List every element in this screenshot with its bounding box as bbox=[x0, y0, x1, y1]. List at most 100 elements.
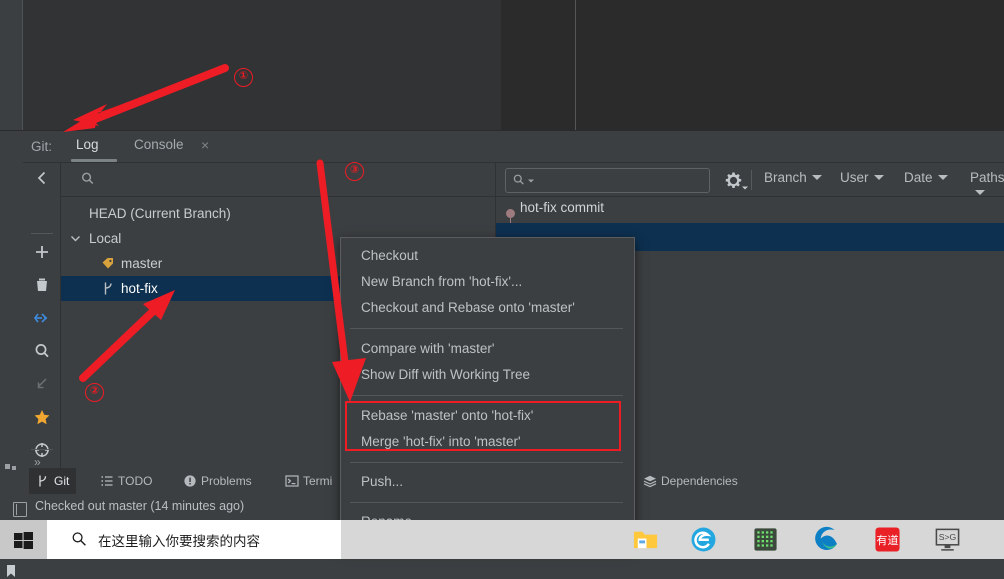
menu-item-new-branch[interactable]: New Branch from 'hot-fix'... bbox=[341, 271, 632, 296]
bottom-tab-todo[interactable]: TODO bbox=[100, 468, 152, 494]
filter-label: Branch bbox=[764, 170, 807, 185]
menu-item-label: Checkout bbox=[361, 248, 419, 263]
search-icon[interactable] bbox=[33, 342, 51, 360]
toolbar-divider-bottom bbox=[31, 449, 53, 450]
browser-e-icon[interactable] bbox=[690, 526, 717, 553]
add-icon[interactable] bbox=[33, 243, 51, 261]
edge-browser-icon[interactable] bbox=[813, 526, 840, 553]
editor-pane-secondary[interactable] bbox=[501, 0, 575, 130]
taskbar-search-input[interactable]: 在这里输入你要搜索的内容 bbox=[47, 520, 341, 559]
filter-branch-dropdown[interactable]: Branch bbox=[764, 170, 822, 185]
tree-node-label: Local bbox=[89, 231, 122, 246]
snipaste-label: S>G bbox=[939, 532, 957, 542]
close-icon[interactable]: × bbox=[201, 137, 209, 153]
filter-date-dropdown[interactable]: Date bbox=[904, 170, 948, 185]
branch-context-menu: Checkout New Branch from 'hot-fix'... Ch… bbox=[340, 237, 635, 555]
chevron-down-icon bbox=[811, 175, 822, 180]
filter-label: Date bbox=[904, 170, 933, 185]
chevron-down-icon[interactable] bbox=[70, 234, 81, 243]
tree-node-label: HEAD (Current Branch) bbox=[89, 206, 231, 221]
chevron-down-icon bbox=[975, 190, 985, 195]
annotation-number-2: ② bbox=[85, 383, 104, 402]
menu-item-push[interactable]: Push... bbox=[341, 471, 632, 496]
menu-item-label: Push... bbox=[361, 474, 404, 489]
log-search-input[interactable] bbox=[505, 168, 710, 193]
collapse-left-icon[interactable] bbox=[33, 169, 51, 187]
log-toolbar: Branch User Date Paths bbox=[496, 163, 1004, 197]
annotation-number-1: ① bbox=[234, 68, 253, 87]
bottom-tab-label: Git bbox=[54, 474, 70, 488]
youdao-label: 有道 bbox=[876, 533, 898, 547]
chevron-down-icon[interactable] bbox=[527, 178, 535, 184]
branch-icon bbox=[104, 282, 112, 295]
menu-separator bbox=[350, 395, 623, 396]
menu-item-checkout-and-rebase[interactable]: Checkout and Rebase onto 'master' bbox=[341, 297, 632, 322]
tag-icon bbox=[102, 258, 113, 269]
toolbar-divider-top bbox=[31, 233, 53, 234]
jump-to-source-icon bbox=[37, 378, 47, 389]
tree-node-label: hot-fix bbox=[121, 281, 158, 296]
menu-item-label: Merge 'hot-fix' into 'master' bbox=[361, 434, 521, 449]
toolbar-separator bbox=[751, 170, 752, 190]
menu-separator bbox=[350, 462, 623, 463]
tree-node-label: master bbox=[121, 256, 163, 271]
branch-search-field[interactable] bbox=[61, 163, 495, 196]
delete-icon[interactable] bbox=[33, 276, 51, 294]
filter-label: User bbox=[840, 170, 869, 185]
menu-item-rebase-master-onto-hot-fix[interactable]: Rebase 'master' onto 'hot-fix' bbox=[341, 405, 632, 430]
branch-search-separator bbox=[61, 196, 495, 197]
editor-left-gutter bbox=[0, 0, 22, 130]
layers-icon bbox=[643, 475, 657, 488]
menu-item-checkout[interactable]: Checkout bbox=[341, 245, 632, 270]
search-icon bbox=[82, 172, 94, 184]
start-button[interactable] bbox=[0, 520, 47, 559]
git-window-toolbar: » bbox=[23, 163, 60, 469]
search-icon bbox=[72, 532, 86, 546]
more-icon[interactable]: » bbox=[34, 455, 41, 469]
list-icon bbox=[101, 476, 113, 486]
bookmark-icon bbox=[7, 565, 15, 577]
menu-item-label: Compare with 'master' bbox=[361, 341, 495, 356]
menu-item-compare-with-master[interactable]: Compare with 'master' bbox=[341, 338, 632, 363]
windows-taskbar: 在这里输入你要搜索的内容 有道 S>G bbox=[0, 520, 1004, 559]
error-icon bbox=[184, 475, 196, 487]
snipaste-icon[interactable]: S>G bbox=[934, 526, 961, 553]
bottom-tab-dependencies[interactable]: Dependencies bbox=[643, 468, 738, 494]
windows-logo-icon bbox=[14, 532, 33, 549]
bottom-tab-problems[interactable]: Problems bbox=[183, 468, 252, 494]
app-grid-icon[interactable] bbox=[752, 526, 779, 553]
menu-separator bbox=[350, 502, 623, 503]
commit-message: hot-fix commit bbox=[520, 200, 605, 215]
file-explorer-icon[interactable] bbox=[632, 526, 659, 553]
structure-icon bbox=[5, 464, 16, 470]
git-window-label: Git: bbox=[31, 139, 53, 154]
collapse-all-icon[interactable] bbox=[33, 309, 51, 327]
commit-graph-node bbox=[506, 209, 515, 218]
menu-item-label: New Branch from 'hot-fix'... bbox=[361, 274, 523, 289]
menu-item-show-diff[interactable]: Show Diff with Working Tree bbox=[341, 364, 632, 389]
menu-item-label: Show Diff with Working Tree bbox=[361, 367, 531, 382]
chevron-down-icon[interactable] bbox=[741, 185, 749, 191]
bottom-tab-terminal[interactable]: Termi bbox=[285, 468, 332, 494]
menu-item-label: Checkout and Rebase onto 'master' bbox=[361, 300, 575, 315]
tree-node-head[interactable]: HEAD (Current Branch) bbox=[61, 201, 495, 226]
favorite-star-icon[interactable] bbox=[33, 408, 51, 426]
menu-item-merge-hot-fix-into-master[interactable]: Merge 'hot-fix' into 'master' bbox=[341, 431, 632, 456]
filter-user-dropdown[interactable]: User bbox=[840, 170, 884, 185]
editor-pane-tertiary[interactable] bbox=[576, 0, 1004, 130]
tab-console[interactable]: Console bbox=[134, 137, 184, 152]
youdao-dictionary-icon[interactable]: 有道 bbox=[874, 526, 901, 553]
filter-label: Paths bbox=[970, 170, 1004, 185]
bottom-tab-label: TODO bbox=[118, 474, 153, 488]
chevron-down-icon bbox=[937, 175, 948, 180]
chevron-down-icon bbox=[873, 175, 884, 180]
left-tool-strip: Structure Bookmarks bbox=[0, 131, 22, 577]
bottom-tab-label: Problems bbox=[201, 474, 252, 488]
bottom-tab-git[interactable]: Git bbox=[29, 468, 77, 494]
book-icon bbox=[13, 502, 27, 517]
bottom-tab-label: Termi bbox=[303, 474, 333, 488]
editor-pane-primary[interactable] bbox=[23, 0, 501, 130]
status-message: Checked out master (14 minutes ago) bbox=[35, 499, 245, 513]
search-icon bbox=[513, 174, 524, 185]
tab-log[interactable]: Log bbox=[76, 137, 99, 152]
